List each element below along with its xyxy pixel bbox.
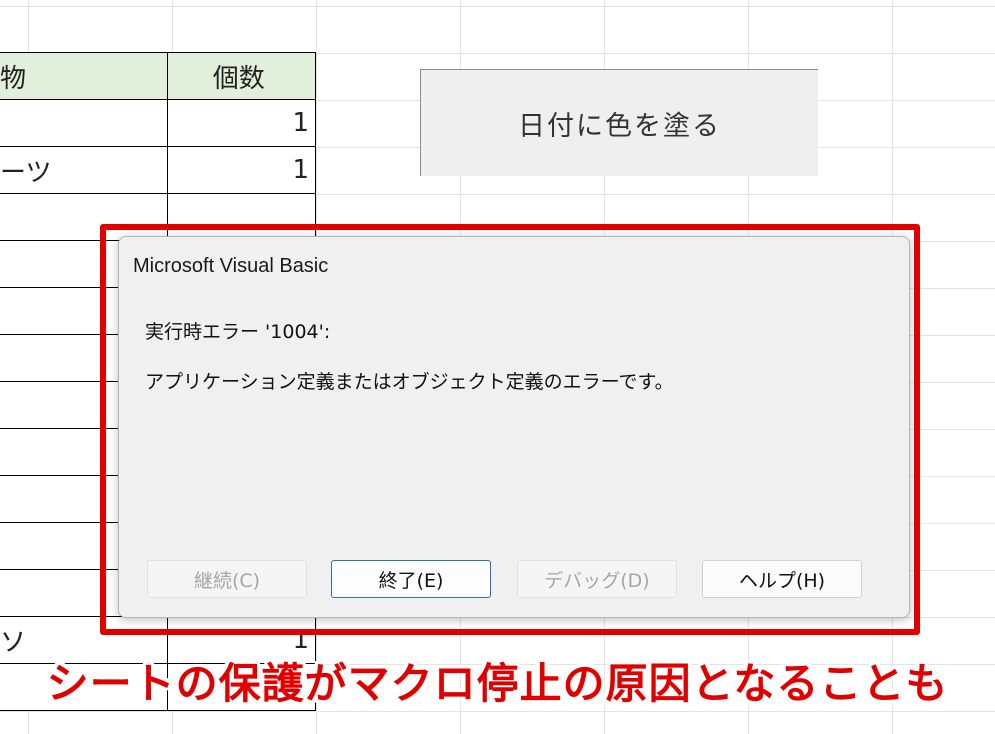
header-cell-item[interactable]: 物 bbox=[0, 52, 169, 100]
table-row: ーツ 1 bbox=[0, 146, 316, 194]
table-cell-item[interactable]: ーツ bbox=[0, 146, 169, 194]
table-cell-item[interactable] bbox=[0, 99, 169, 147]
header-cell-count[interactable]: 個数 bbox=[167, 52, 316, 100]
annotation-caption: シートの保護がマクロ停止の原因となることも bbox=[46, 659, 949, 708]
color-dates-button[interactable]: 日付に色を塗る bbox=[420, 69, 818, 176]
table-row: 1 bbox=[0, 99, 316, 147]
table-cell-count[interactable]: 1 bbox=[167, 146, 316, 194]
table-header-row: 物 個数 bbox=[0, 52, 316, 100]
screenshot-stage: 物 個数 1 ーツ 1 ソ 1 日付に色を塗る Microsoft Visual… bbox=[0, 0, 995, 734]
table-cell-count[interactable]: 1 bbox=[167, 99, 316, 147]
red-highlight-frame bbox=[100, 224, 920, 635]
